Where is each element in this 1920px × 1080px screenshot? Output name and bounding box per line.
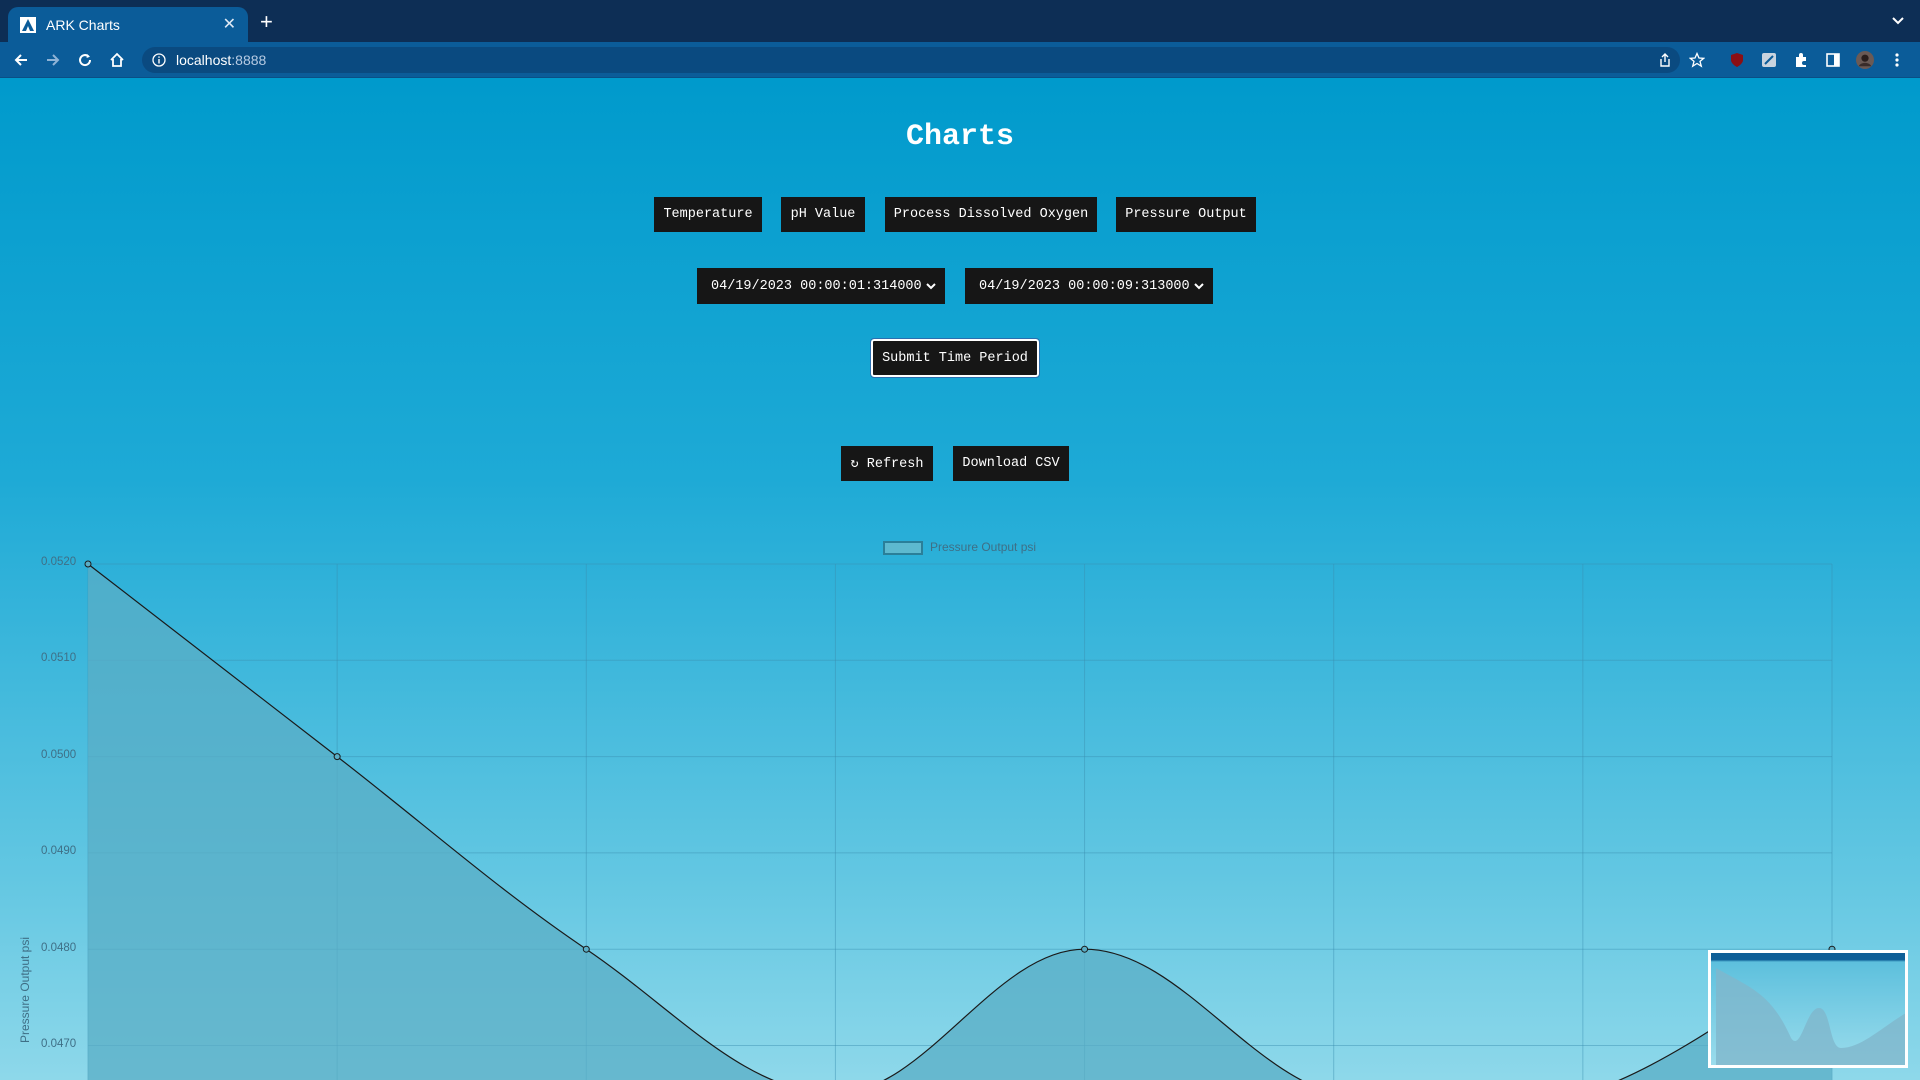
- y-tick-label: 0.0480: [41, 942, 77, 954]
- app-logo-icon: [20, 16, 36, 33]
- url-host: localhost: [176, 52, 232, 68]
- data-point[interactable]: [84, 560, 92, 568]
- tab-search-chevron-icon[interactable]: [1890, 12, 1906, 28]
- url-port: :8888: [231, 52, 267, 68]
- side-panel-icon[interactable]: [1824, 51, 1842, 69]
- extension-icon[interactable]: [1760, 51, 1778, 69]
- browser-toolbar: localhost:8888: [0, 42, 1920, 78]
- ublock-extension-icon[interactable]: [1728, 51, 1746, 69]
- series-area: [88, 564, 1832, 1080]
- data-point[interactable]: [582, 945, 590, 953]
- new-tab-icon[interactable]: +: [260, 11, 273, 33]
- y-tick-label: 0.0520: [41, 556, 77, 568]
- tab-title: ARK Charts: [46, 16, 120, 33]
- forward-arrow-icon[interactable]: [43, 50, 63, 70]
- browser-tab-strip: ARK Charts ✕ +: [0, 0, 1920, 42]
- browser-tab[interactable]: ARK Charts ✕: [8, 7, 248, 42]
- y-axis-title: Pressure Output psi: [18, 936, 32, 1044]
- screen-recording-thumbnail[interactable]: [1708, 950, 1908, 1068]
- y-tick-label: 0.0510: [41, 652, 77, 664]
- browser-menu-icon[interactable]: [1888, 51, 1906, 69]
- charts-page: Charts Temperature pH Value Process Diss…: [0, 78, 1920, 1080]
- back-arrow-icon[interactable]: [11, 50, 31, 70]
- home-icon[interactable]: [107, 50, 127, 70]
- site-info-icon[interactable]: [152, 53, 166, 67]
- thumbnail-preview-icon: [1716, 968, 1905, 1065]
- y-tick-label: 0.0470: [41, 1038, 77, 1050]
- y-tick-label: 0.0500: [41, 749, 77, 761]
- bookmark-star-icon[interactable]: [1688, 51, 1706, 69]
- pressure-output-chart: [84, 560, 1836, 1080]
- data-point[interactable]: [333, 753, 341, 761]
- data-point[interactable]: [1081, 945, 1089, 953]
- tab-close-icon[interactable]: ✕: [223, 16, 236, 33]
- address-bar[interactable]: localhost:8888: [142, 47, 1680, 73]
- profile-avatar[interactable]: [1856, 51, 1874, 69]
- share-icon[interactable]: [1656, 51, 1674, 69]
- y-tick-label: 0.0490: [41, 845, 77, 857]
- extensions-puzzle-icon[interactable]: [1792, 51, 1810, 69]
- reload-icon[interactable]: [75, 50, 95, 70]
